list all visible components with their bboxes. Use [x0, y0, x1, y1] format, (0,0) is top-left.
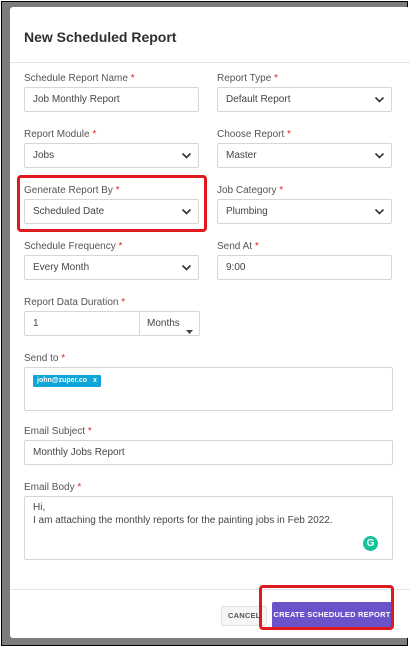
report-module-value: Jobs	[33, 150, 55, 161]
email-subject-label: Email Subject *	[24, 426, 92, 437]
schedule-report-name-label: Schedule Report Name *	[24, 73, 135, 84]
job-category-select[interactable]: Plumbing	[217, 199, 392, 224]
chevron-down-icon	[181, 150, 192, 161]
schedule-frequency-select[interactable]: Every Month	[24, 255, 199, 280]
screenshot-frame: New Scheduled Report Schedule Report Nam…	[1, 1, 410, 646]
grammarly-icon[interactable]: G	[363, 536, 378, 551]
email-body-textarea[interactable]: Hi, I am attaching the monthly reports f…	[24, 496, 393, 560]
job-category-label: Job Category *	[217, 185, 284, 196]
schedule-frequency-value: Every Month	[33, 262, 90, 273]
send-to-field: Send to * john@zuper.co x	[24, 353, 393, 411]
email-subject-field: Email Subject * Monthly Jobs Report	[24, 426, 393, 467]
schedule-report-name-field: Schedule Report Name * Job Monthly Repor…	[24, 73, 199, 114]
remove-recipient-icon[interactable]: x	[93, 377, 97, 384]
email-body-line: Hi,	[33, 502, 46, 513]
send-at-label: Send At *	[217, 241, 259, 252]
chevron-down-icon	[181, 206, 192, 217]
duration-unit-select[interactable]: Months	[139, 311, 200, 336]
send-at-field: Send At * 9:00	[217, 241, 392, 282]
caret-down-icon	[186, 321, 193, 344]
new-scheduled-report-modal: New Scheduled Report Schedule Report Nam…	[10, 7, 410, 638]
email-body-label: Email Body *	[24, 482, 82, 493]
email-body-field: Email Body * Hi, I am attaching the mont…	[24, 482, 393, 562]
choose-report-field: Choose Report * Master	[217, 129, 392, 170]
send-to-label: Send to *	[24, 353, 66, 364]
schedule-report-name-input[interactable]: Job Monthly Report	[24, 87, 199, 112]
create-button-highlight	[259, 585, 394, 630]
report-type-value: Default Report	[226, 94, 291, 105]
report-data-duration-field: Report Data Duration * 1 Months	[24, 297, 214, 339]
job-category-value: Plumbing	[226, 206, 268, 217]
report-type-label: Report Type *	[217, 73, 278, 84]
send-at-input[interactable]: 9:00	[217, 255, 392, 280]
report-module-select[interactable]: Jobs	[24, 143, 199, 168]
report-data-duration-input[interactable]: 1	[24, 311, 140, 336]
chevron-down-icon	[374, 150, 385, 161]
choose-report-select[interactable]: Master	[217, 143, 392, 168]
report-module-field: Report Module * Jobs	[24, 129, 199, 170]
report-type-select[interactable]: Default Report	[217, 87, 392, 112]
generate-report-by-label: Generate Report By *	[24, 185, 120, 196]
recipient-email: john@zuper.co	[37, 377, 87, 384]
modal-header: New Scheduled Report	[10, 7, 410, 63]
report-module-label: Report Module *	[24, 129, 97, 140]
chevron-down-icon	[181, 262, 192, 273]
send-to-input[interactable]: john@zuper.co x	[24, 367, 393, 411]
recipient-tag: john@zuper.co x	[33, 375, 101, 387]
job-category-field: Job Category * Plumbing	[217, 185, 392, 226]
email-subject-input[interactable]: Monthly Jobs Report	[24, 440, 393, 465]
generate-report-by-select[interactable]: Scheduled Date	[24, 199, 199, 224]
choose-report-label: Choose Report *	[217, 129, 291, 140]
choose-report-value: Master	[226, 150, 257, 161]
chevron-down-icon	[374, 206, 385, 217]
email-body-line: I am attaching the monthly reports for t…	[33, 515, 333, 526]
generate-report-by-field: Generate Report By * Scheduled Date	[24, 185, 199, 226]
modal-title: New Scheduled Report	[24, 29, 177, 45]
schedule-frequency-field: Schedule Frequency * Every Month	[24, 241, 199, 282]
chevron-down-icon	[374, 94, 385, 105]
duration-unit-value: Months	[147, 318, 180, 329]
schedule-frequency-label: Schedule Frequency *	[24, 241, 123, 252]
report-type-field: Report Type * Default Report	[217, 73, 392, 114]
generate-report-by-value: Scheduled Date	[33, 206, 105, 217]
report-data-duration-label: Report Data Duration *	[24, 297, 126, 308]
